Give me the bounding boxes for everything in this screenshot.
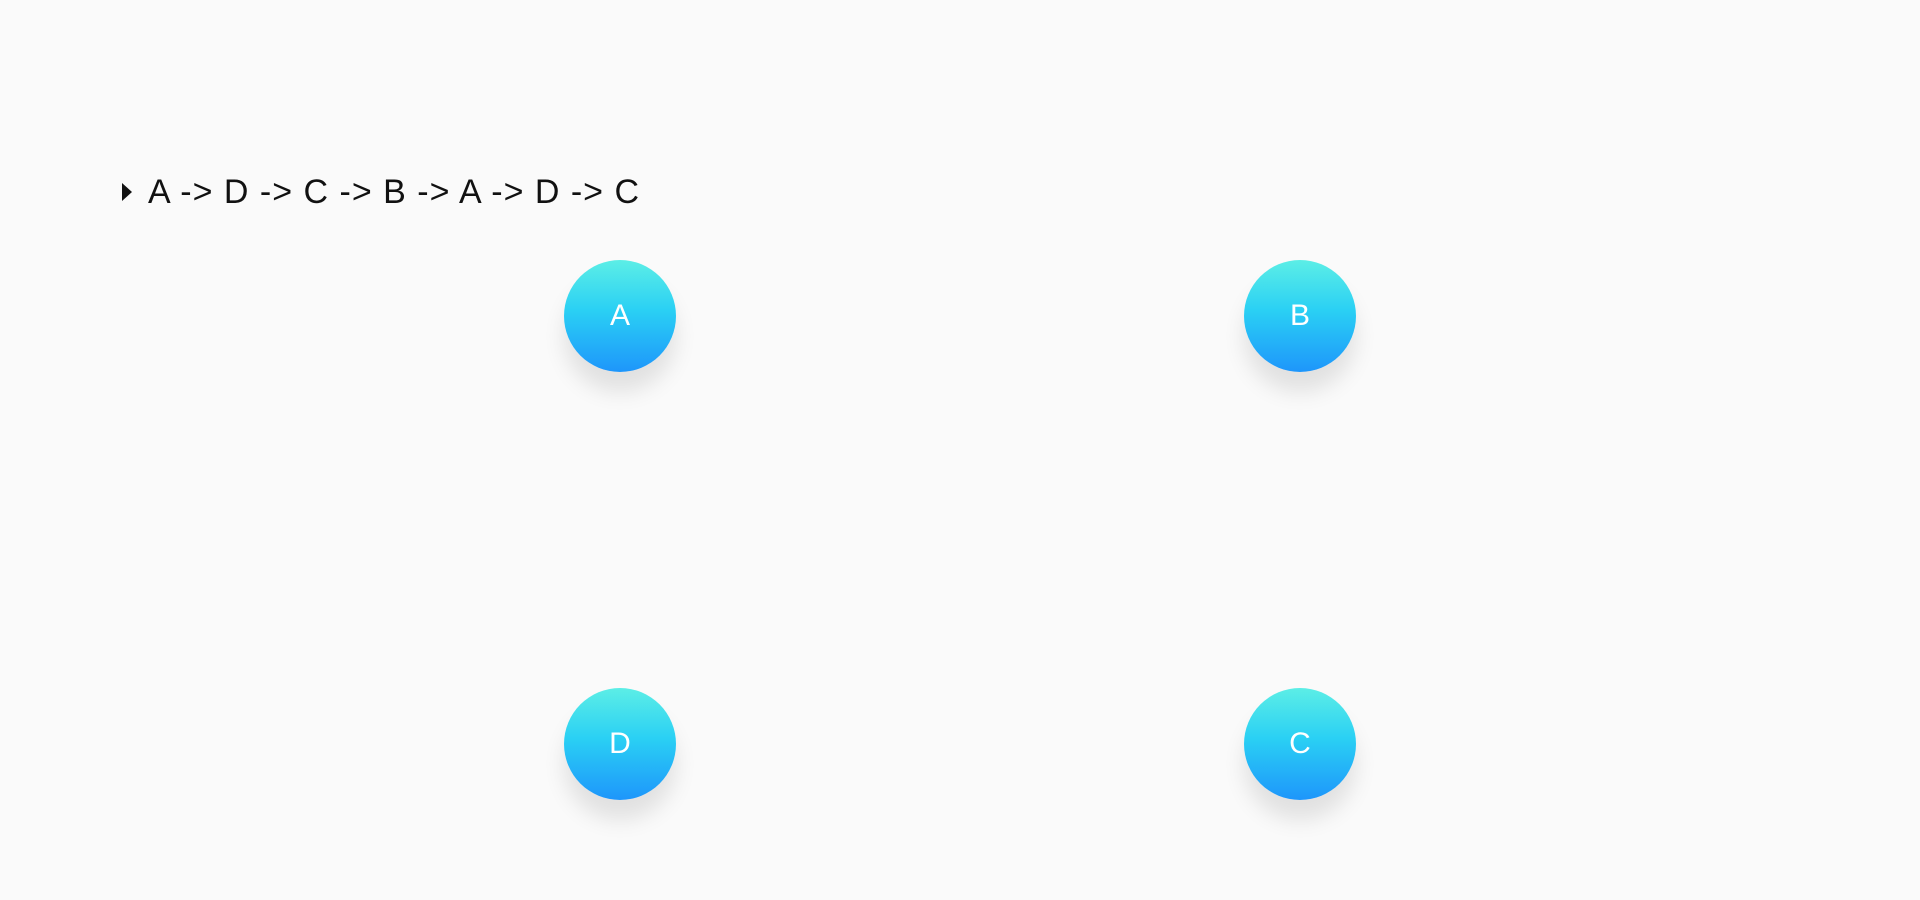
- node-d-label: D: [609, 727, 631, 760]
- path-text: A -> D -> C -> B -> A -> D -> C: [148, 172, 641, 211]
- node-a-label: A: [609, 299, 630, 332]
- node-c[interactable]: C: [1244, 688, 1356, 800]
- node-a[interactable]: A: [564, 260, 676, 372]
- node-d[interactable]: D: [564, 688, 676, 800]
- node-b[interactable]: B: [1244, 260, 1356, 372]
- path-toggle[interactable]: A -> D -> C -> B -> A -> D -> C: [122, 170, 640, 214]
- node-c-label: C: [1289, 727, 1311, 760]
- caret-right-icon[interactable]: [122, 183, 132, 201]
- node-b-label: B: [1289, 299, 1310, 332]
